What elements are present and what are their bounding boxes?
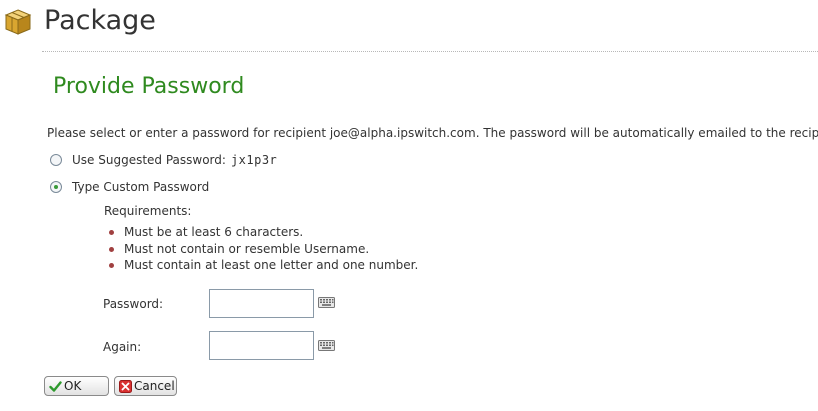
requirement-item: Must be at least 6 characters.: [106, 224, 418, 241]
page-title: Package: [44, 5, 156, 36]
x-icon: [119, 379, 132, 393]
again-label: Again:: [103, 340, 142, 354]
keyboard-icon[interactable]: [318, 340, 335, 351]
password-field[interactable]: [209, 289, 314, 318]
requirements-title: Requirements:: [104, 204, 192, 218]
page-header: Package: [0, 0, 818, 52]
page: Package Provide Password Please select o…: [0, 0, 818, 411]
keyboard-icon[interactable]: [318, 297, 335, 308]
requirement-item: Must contain at least one letter and one…: [106, 257, 418, 274]
custom-password-label: Type Custom Password: [72, 180, 210, 194]
custom-password-option[interactable]: Type Custom Password: [50, 178, 209, 196]
password-label: Password:: [103, 297, 164, 311]
suggested-password-label: Use Suggested Password:: [72, 153, 226, 167]
suggested-password-value: jx1p3r: [230, 153, 278, 167]
confirm-password-field[interactable]: [209, 331, 314, 360]
suggested-password-option[interactable]: Use Suggested Password: jx1p3r: [50, 151, 277, 169]
section-title: Provide Password: [53, 74, 245, 99]
instructions-text: Please select or enter a password for re…: [47, 126, 818, 140]
cancel-button[interactable]: Cancel: [114, 376, 177, 396]
requirement-item: Must not contain or resemble Username.: [106, 241, 418, 258]
ok-button[interactable]: OK: [44, 376, 109, 396]
custom-password-radio[interactable]: [50, 181, 62, 193]
requirements-list: Must be at least 6 characters. Must not …: [106, 224, 418, 274]
cancel-button-label: Cancel: [134, 379, 175, 393]
suggested-password-radio[interactable]: [50, 154, 62, 166]
ok-button-label: OK: [64, 379, 82, 393]
header-divider: [42, 51, 818, 52]
package-icon: [4, 9, 32, 35]
checkmark-icon: [49, 380, 62, 392]
